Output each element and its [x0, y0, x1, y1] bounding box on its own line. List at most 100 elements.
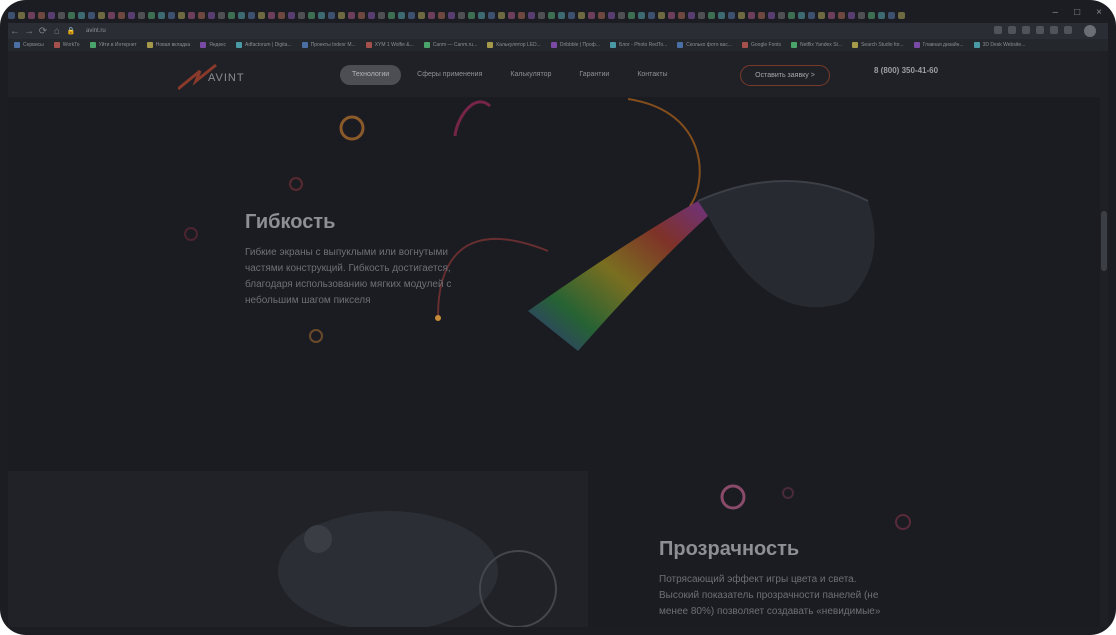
tab-favicon-icon[interactable]: [258, 11, 265, 19]
tab-favicon-icon[interactable]: [548, 11, 555, 19]
tab-favicon-icon[interactable]: [18, 11, 25, 19]
tab-favicon-icon[interactable]: [128, 11, 135, 19]
close-icon[interactable]: ×: [1096, 7, 1102, 18]
tab-favicon-icon[interactable]: [228, 11, 235, 19]
bookmark-item[interactable]: Новая вкладка: [146, 42, 190, 48]
tab-favicon-icon[interactable]: [518, 11, 525, 19]
tab-favicon-icon[interactable]: [558, 11, 565, 19]
bookmark-item[interactable]: Search Studio for...: [852, 42, 904, 48]
tab-favicon-icon[interactable]: [618, 11, 625, 19]
tab-favicon-icon[interactable]: [88, 11, 95, 19]
tab-favicon-icon[interactable]: [728, 11, 735, 19]
tab-favicon-icon[interactable]: [408, 11, 415, 19]
tab-favicon-icon[interactable]: [418, 11, 425, 19]
logo[interactable]: AVINT: [178, 61, 248, 91]
tab-favicon-icon[interactable]: [288, 11, 295, 19]
tab-favicon-icon[interactable]: [678, 11, 685, 19]
tab-favicon-icon[interactable]: [658, 11, 665, 19]
extensions[interactable]: [994, 26, 1072, 34]
extension-icon[interactable]: [1064, 26, 1072, 34]
tab-favicon-icon[interactable]: [748, 11, 755, 19]
tab-favicon-icon[interactable]: [468, 11, 475, 19]
tab-favicon-icon[interactable]: [608, 11, 615, 19]
tab-favicon-icon[interactable]: [158, 11, 165, 19]
bookmark-item[interactable]: Google Fonts: [742, 42, 781, 48]
tab-favicon-icon[interactable]: [98, 11, 105, 19]
bookmark-item[interactable]: Калькулятор LED...: [487, 42, 541, 48]
tab-favicon-icon[interactable]: [78, 11, 85, 19]
tab-favicon-icon[interactable]: [778, 11, 785, 19]
tab-favicon-icon[interactable]: [668, 11, 675, 19]
tab-favicon-icon[interactable]: [388, 11, 395, 19]
home-icon[interactable]: ⌂: [50, 26, 64, 37]
tab-favicon-icon[interactable]: [478, 11, 485, 19]
tab-favicon-icon[interactable]: [208, 11, 215, 19]
tab-favicon-icon[interactable]: [458, 11, 465, 19]
menu-item-technologies[interactable]: Технологии: [340, 65, 402, 85]
extension-icon[interactable]: [1008, 26, 1016, 34]
tab-favicon-icon[interactable]: [8, 11, 15, 19]
bookmark-item[interactable]: Dribbble | Проф...: [550, 42, 600, 48]
tab-favicon-icon[interactable]: [688, 11, 695, 19]
tab-favicon-icon[interactable]: [148, 11, 155, 19]
tab-favicon-icon[interactable]: [398, 11, 405, 19]
tab-favicon-icon[interactable]: [338, 11, 345, 19]
tab-favicon-icon[interactable]: [588, 11, 595, 19]
bookmark-item[interactable]: Уйти в Интернет: [89, 42, 137, 48]
tab-favicon-icon[interactable]: [188, 11, 195, 19]
bookmark-item[interactable]: Яндекс: [200, 42, 226, 48]
tab-favicon-icon[interactable]: [888, 11, 895, 19]
tab-favicon-icon[interactable]: [488, 11, 495, 19]
forward-icon[interactable]: →: [22, 26, 36, 37]
extension-icon[interactable]: [1022, 26, 1030, 34]
tab-favicon-icon[interactable]: [168, 11, 175, 19]
url-text[interactable]: avint.ru: [86, 28, 106, 34]
bookmark-item[interactable]: Adfactorum | Digita...: [236, 42, 292, 48]
tab-favicon-icon[interactable]: [318, 11, 325, 19]
tab-favicon-icon[interactable]: [378, 11, 385, 19]
tab-favicon-icon[interactable]: [568, 11, 575, 19]
tab-favicon-icon[interactable]: [198, 11, 205, 19]
tab-favicon-icon[interactable]: [238, 11, 245, 19]
tab-favicon-icon[interactable]: [498, 11, 505, 19]
tab-favicon-icon[interactable]: [358, 11, 365, 19]
bookmark-item[interactable]: Сервисы: [14, 42, 44, 48]
tab-favicon-icon[interactable]: [268, 11, 275, 19]
request-button[interactable]: Оставить заявку >: [740, 65, 830, 86]
address-bar[interactable]: ← → ⟳ ⌂ 🔒 avint.ru: [8, 23, 1108, 39]
menu-item-contacts[interactable]: Контакты: [625, 65, 679, 85]
phone-number[interactable]: 8 (800) 350-41-60: [874, 66, 938, 75]
maximize-icon[interactable]: □: [1074, 7, 1080, 18]
tab-favicon-icon[interactable]: [48, 11, 55, 19]
tab-favicon-icon[interactable]: [718, 11, 725, 19]
tab-favicon-icon[interactable]: [838, 11, 845, 19]
tab-favicon-icon[interactable]: [38, 11, 45, 19]
tab-favicon-icon[interactable]: [638, 11, 645, 19]
tab-favicon-icon[interactable]: [248, 11, 255, 19]
tab-favicon-icon[interactable]: [538, 11, 545, 19]
tab-favicon-icon[interactable]: [448, 11, 455, 19]
bookmark-item[interactable]: Netflix Yandex St...: [791, 42, 842, 48]
tab-favicon-icon[interactable]: [698, 11, 705, 19]
tab-favicon-icon[interactable]: [508, 11, 515, 19]
tab-favicon-icon[interactable]: [28, 11, 35, 19]
tab-favicon-icon[interactable]: [738, 11, 745, 19]
bookmark-item[interactable]: WorkTo: [53, 42, 80, 48]
tab-favicon-icon[interactable]: [648, 11, 655, 19]
window-controls[interactable]: – □ ×: [1053, 7, 1102, 18]
tab-favicon-icon[interactable]: [428, 11, 435, 19]
menu-item-calculator[interactable]: Калькулятор: [498, 65, 563, 85]
tab-strip[interactable]: [8, 8, 1108, 22]
menu-item-applications[interactable]: Сферы применения: [405, 65, 494, 85]
bookmark-item[interactable]: XYM 1 Wolfie &...: [365, 42, 414, 48]
extension-icon[interactable]: [994, 26, 1002, 34]
tab-favicon-icon[interactable]: [598, 11, 605, 19]
tab-favicon-icon[interactable]: [878, 11, 885, 19]
scrollbar[interactable]: [1100, 51, 1108, 627]
minimize-icon[interactable]: –: [1053, 7, 1059, 18]
tab-favicon-icon[interactable]: [298, 11, 305, 19]
tab-favicon-icon[interactable]: [858, 11, 865, 19]
bookmark-item[interactable]: Главная дизайн...: [913, 42, 964, 48]
tab-favicon-icon[interactable]: [708, 11, 715, 19]
tab-favicon-icon[interactable]: [578, 11, 585, 19]
